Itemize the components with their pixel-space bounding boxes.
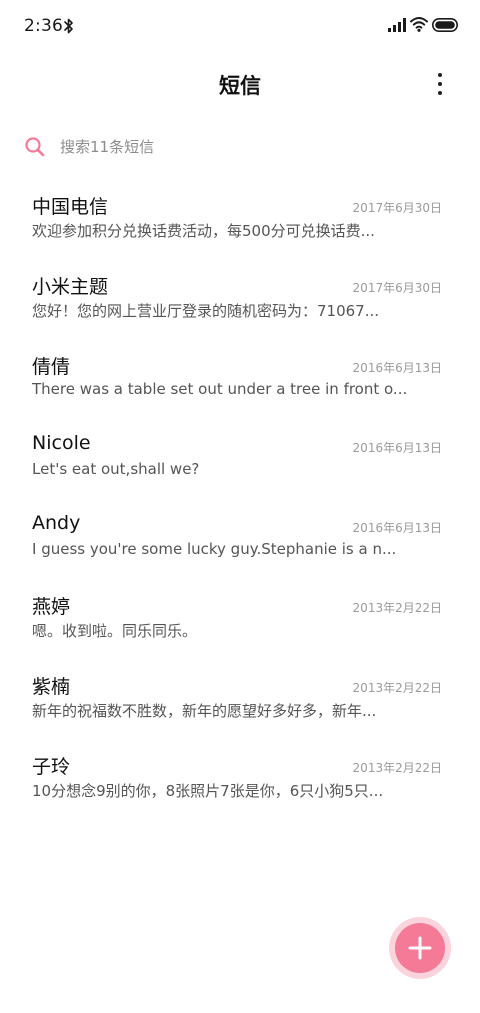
message-sender: 子玲 [32,756,71,778]
more-options-button[interactable] [425,66,455,102]
search-icon [25,137,45,157]
message-item[interactable]: 燕婷 2013年2月22日 嗯。收到啦。同乐同乐。 [0,582,480,662]
battery-icon [432,18,458,32]
bluetooth-icon [64,18,73,34]
message-list: 中国电信 2017年6月30日 欢迎参加积分兑换话费活动，每500分可兑换话费.… [0,182,480,822]
message-preview: 新年的祝福数不胜数，新年的愿望好多好多，新年... [32,702,377,720]
more-vertical-icon-dot [438,91,442,95]
messages-screen: 2:36 短信 搜索11条短信 中国电信 2017年6月30日 欢迎参加积分兑换… [0,0,480,1013]
more-vertical-icon [438,73,442,77]
message-date: 2013年2月22日 [352,601,442,615]
message-item[interactable]: Nicole 2016年6月13日 Let's eat out,shall we… [0,422,480,502]
message-preview: 嗯。收到啦。同乐同乐。 [32,622,198,640]
message-item[interactable]: Andy 2016年6月13日 I guess you're some luck… [0,502,480,582]
message-item[interactable]: 倩倩 2016年6月13日 There was a table set out … [0,342,480,422]
message-item[interactable]: 紫楠 2013年2月22日 新年的祝福数不胜数，新年的愿望好多好多，新年... [0,662,480,742]
message-sender: Andy [32,512,81,534]
page-title: 短信 [219,74,261,98]
message-preview: 欢迎参加积分兑换话费活动，每500分可兑换话费... [32,222,375,240]
message-preview: There was a table set out under a tree i… [32,380,408,398]
new-message-button[interactable] [395,923,445,973]
message-date: 2016年6月13日 [352,521,442,535]
message-date: 2013年2月22日 [352,681,442,695]
message-item[interactable]: 中国电信 2017年6月30日 欢迎参加积分兑换话费活动，每500分可兑换话费.… [0,182,480,262]
search-input-placeholder[interactable]: 搜索11条短信 [60,136,154,157]
message-date: 2016年6月13日 [352,441,442,455]
message-date: 2017年6月30日 [352,281,442,295]
message-date: 2016年6月13日 [352,361,442,375]
message-sender: 中国电信 [32,196,109,218]
more-vertical-icon-dot [438,82,442,86]
message-preview: 您好！您的网上营业厅登录的随机密码为：71067... [32,302,380,320]
message-date: 2017年6月30日 [352,201,442,215]
message-sender: 小米主题 [32,276,109,298]
message-sender: Nicole [32,432,91,454]
message-preview: I guess you're some lucky guy.Stephanie … [32,540,397,558]
message-sender: 紫楠 [32,676,71,698]
message-date: 2013年2月22日 [352,761,442,775]
message-sender: 倩倩 [32,356,71,378]
message-sender: 燕婷 [32,596,71,618]
message-preview: 10分想念9别的你，8张照片7张是你，6只小狗5只... [32,782,384,800]
status-bar: 2:36 [0,0,480,54]
wifi-icon [410,17,428,32]
signal-icon [388,18,406,32]
message-item[interactable]: 子玲 2013年2月22日 10分想念9别的你，8张照片7张是你，6只小狗5只.… [0,742,480,822]
plus-icon [408,936,432,960]
search-bar[interactable]: 搜索11条短信 [22,130,458,164]
message-preview: Let's eat out,shall we? [32,460,200,478]
message-item[interactable]: 小米主题 2017年6月30日 您好！您的网上营业厅登录的随机密码为：71067… [0,262,480,342]
status-time: 2:36 [24,16,63,36]
